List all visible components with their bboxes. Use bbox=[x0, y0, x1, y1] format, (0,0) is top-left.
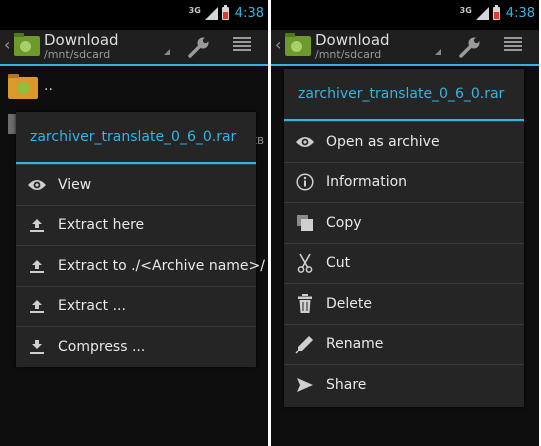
archive-context-dialog: zarchiver_translate_0_6_0.rar View Extra… bbox=[16, 112, 265, 367]
left-screen: 3G 4:38 ‹ Download /mnt/sdcard .. KB zar… bbox=[0, 0, 268, 446]
compress-icon bbox=[16, 327, 58, 367]
share-icon bbox=[284, 365, 326, 405]
menu-item-copy[interactable]: Copy bbox=[284, 202, 524, 243]
path-dropdown-icon[interactable] bbox=[435, 49, 441, 55]
status-bar: 3G 4:38 bbox=[0, 0, 268, 30]
menu-item-extract-dialog[interactable]: Extract ... bbox=[16, 285, 256, 327]
menu-item-compress[interactable]: Compress ... bbox=[16, 326, 256, 367]
menu-item-view[interactable]: View bbox=[16, 164, 256, 205]
overflow-menu-icon[interactable] bbox=[233, 37, 251, 51]
menu-item-cut[interactable]: Cut bbox=[284, 242, 524, 284]
status-time: 4:38 bbox=[505, 6, 535, 21]
wrench-icon[interactable] bbox=[186, 34, 212, 60]
overflow-menu-icon[interactable] bbox=[504, 37, 522, 51]
menu-item-label: View bbox=[58, 176, 92, 193]
folder-path: /mnt/sdcard bbox=[44, 48, 111, 61]
chevron-left-icon[interactable]: ‹ bbox=[4, 36, 10, 54]
menu-item-label: Delete bbox=[326, 295, 372, 312]
menu-item-extract-here[interactable]: Extract here bbox=[16, 204, 256, 246]
menu-item-label: Compress ... bbox=[58, 338, 146, 355]
wrench-icon[interactable] bbox=[457, 34, 483, 60]
dialog-title: zarchiver_translate_0_6_0.rar bbox=[16, 112, 256, 164]
menu-item-delete[interactable]: Delete bbox=[284, 283, 524, 324]
parent-folder-label: .. bbox=[44, 78, 53, 94]
scissors-icon bbox=[284, 244, 326, 284]
action-bar: ‹ Download /mnt/sdcard bbox=[0, 30, 268, 66]
menu-item-label: Copy bbox=[326, 214, 362, 231]
menu-item-label: Cut bbox=[326, 255, 351, 272]
eye-icon bbox=[16, 165, 58, 205]
menu-item-label: Extract to ./<Archive name>/ bbox=[58, 257, 265, 274]
menu-item-label: Extract here bbox=[58, 217, 145, 234]
battery-icon bbox=[221, 5, 229, 20]
parent-folder-icon bbox=[8, 74, 38, 99]
signal-icon bbox=[475, 7, 489, 20]
eye-icon bbox=[284, 122, 326, 162]
status-bar: 3G 4:38 bbox=[271, 0, 539, 30]
menu-item-extract-to-folder[interactable]: Extract to ./<Archive name>/ bbox=[16, 245, 265, 286]
menu-item-label: Extract ... bbox=[58, 298, 126, 315]
chevron-left-icon[interactable]: ‹ bbox=[275, 36, 281, 54]
file-context-dialog: zarchiver_translate_0_6_0.rar Open as ar… bbox=[284, 69, 524, 407]
signal-icon bbox=[204, 7, 218, 20]
menu-item-label: Open as archive bbox=[326, 133, 440, 150]
menu-item-label: Share bbox=[326, 376, 367, 393]
copy-icon bbox=[284, 203, 326, 243]
pencil-icon bbox=[284, 325, 326, 365]
path-dropdown-icon[interactable] bbox=[164, 49, 170, 55]
menu-item-open-as-archive[interactable]: Open as archive bbox=[284, 121, 524, 162]
list-item[interactable]: .. bbox=[0, 68, 268, 106]
menu-item-information[interactable]: Information bbox=[284, 161, 524, 203]
folder-title: Download bbox=[315, 31, 390, 49]
action-bar: ‹ Download /mnt/sdcard bbox=[271, 30, 539, 66]
menu-item-label: Information bbox=[326, 174, 408, 191]
network-type: 3G bbox=[459, 6, 472, 15]
menu-item-label: Rename bbox=[326, 336, 384, 353]
right-screen: 3G 4:38 ‹ Download /mnt/sdcard zarchiver… bbox=[271, 0, 539, 446]
app-folder-icon[interactable] bbox=[14, 33, 40, 56]
dialog-title: zarchiver_translate_0_6_0.rar bbox=[284, 69, 524, 121]
info-icon bbox=[284, 163, 326, 203]
menu-item-rename[interactable]: Rename bbox=[284, 323, 524, 365]
battery-icon bbox=[492, 5, 500, 20]
extract-icon bbox=[16, 246, 58, 286]
status-time: 4:38 bbox=[234, 6, 264, 21]
menu-item-share[interactable]: Share bbox=[284, 364, 524, 405]
extract-icon bbox=[16, 206, 58, 246]
folder-path: /mnt/sdcard bbox=[315, 48, 382, 61]
network-type: 3G bbox=[188, 6, 201, 15]
app-folder-icon[interactable] bbox=[285, 33, 311, 56]
folder-title: Download bbox=[44, 31, 119, 49]
extract-icon bbox=[16, 287, 58, 327]
trash-icon bbox=[284, 284, 326, 324]
